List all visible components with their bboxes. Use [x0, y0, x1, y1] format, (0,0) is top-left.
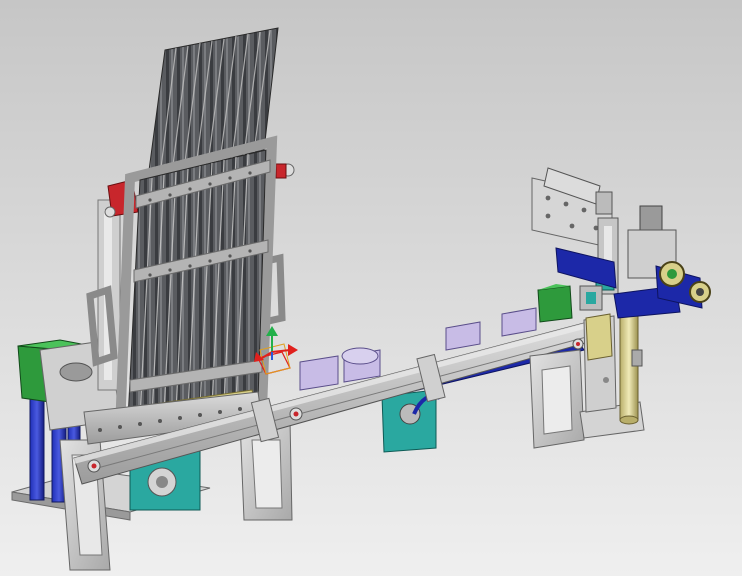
- stepper-motor: [639, 205, 663, 231]
- blue-rod-1: [29, 391, 45, 501]
- cad-viewport[interactable]: [0, 0, 742, 576]
- assembly-render: [0, 0, 742, 576]
- green-block-right: [537, 285, 573, 323]
- lavender-block-1: [299, 355, 339, 391]
